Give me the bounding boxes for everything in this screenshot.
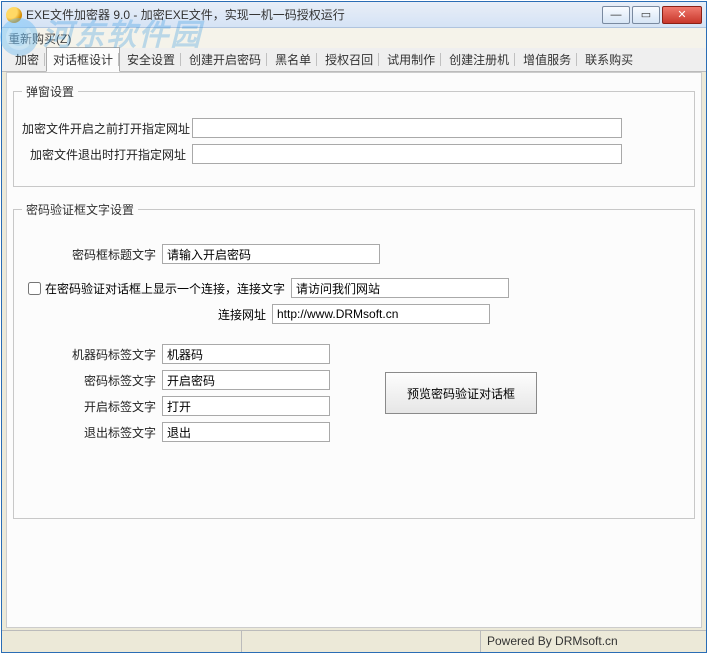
status-bar: Powered By DRMsoft.cn: [2, 630, 706, 652]
window-title: EXE文件加密器 9.0 - 加密EXE文件，实现一机一码授权运行: [26, 6, 602, 23]
link-url-label: 连接网址: [28, 306, 272, 323]
pw-title-input[interactable]: [162, 244, 380, 264]
machine-label: 机器码标签文字: [47, 346, 162, 363]
exit-input[interactable]: [162, 422, 330, 442]
status-text: Powered By DRMsoft.cn: [481, 631, 706, 652]
tab-security[interactable]: 安全设置: [120, 47, 182, 71]
open-label: 开启标签文字: [47, 398, 162, 415]
pw-title-label: 密码框标题文字: [47, 246, 162, 263]
preview-button[interactable]: 预览密码验证对话框: [385, 372, 537, 414]
popup-before-input[interactable]: [192, 118, 622, 138]
pw-label: 密码标签文字: [47, 372, 162, 389]
popup-before-label: 加密文件开启之前打开指定网址: [22, 120, 192, 137]
show-link-label: 在密码验证对话框上显示一个连接，连接文字: [45, 280, 285, 297]
tab-encrypt[interactable]: 加密: [8, 47, 46, 71]
minimize-button[interactable]: —: [602, 6, 630, 24]
tab-blacklist[interactable]: 黑名单: [268, 47, 318, 71]
tab-create-open-pw[interactable]: 创建开启密码: [182, 47, 268, 71]
tab-bar: 加密 对话框设计 安全设置 创建开启密码 黑名单 授权召回 试用制作 创建注册机…: [2, 48, 706, 72]
machine-input[interactable]: [162, 344, 330, 364]
tab-contact-buy[interactable]: 联系购买: [578, 47, 640, 71]
client-area: 弹窗设置 加密文件开启之前打开指定网址 加密文件退出时打开指定网址 密码验证框文…: [6, 72, 702, 628]
tab-trial[interactable]: 试用制作: [380, 47, 442, 71]
popup-settings-group: 弹窗设置 加密文件开启之前打开指定网址 加密文件退出时打开指定网址: [13, 83, 695, 187]
tab-value-add[interactable]: 增值服务: [516, 47, 578, 71]
maximize-button[interactable]: ▭: [632, 6, 660, 24]
tab-create-reg[interactable]: 创建注册机: [442, 47, 516, 71]
tab-recall-auth[interactable]: 授权召回: [318, 47, 380, 71]
popup-exit-input[interactable]: [192, 144, 622, 164]
show-link-checkbox[interactable]: [28, 282, 41, 295]
link-url-input[interactable]: [272, 304, 490, 324]
titlebar: EXE文件加密器 9.0 - 加密EXE文件，实现一机一码授权运行 — ▭ ✕: [2, 2, 706, 28]
password-box-legend: 密码验证框文字设置: [22, 201, 138, 218]
menu-repurchase[interactable]: 重新购买(Z): [8, 30, 71, 47]
exit-label: 退出标签文字: [47, 424, 162, 441]
close-button[interactable]: ✕: [662, 6, 702, 24]
tab-dialog-design[interactable]: 对话框设计: [46, 47, 120, 72]
pw-input[interactable]: [162, 370, 330, 390]
popup-exit-label: 加密文件退出时打开指定网址: [22, 146, 192, 163]
app-icon: [6, 7, 22, 23]
menubar: 重新购买(Z): [2, 28, 706, 48]
open-input[interactable]: [162, 396, 330, 416]
password-box-group: 密码验证框文字设置 密码框标题文字 在密码验证对话框上显示一个连接，连接文字 连…: [13, 201, 695, 519]
link-text-input[interactable]: [291, 278, 509, 298]
popup-legend: 弹窗设置: [22, 83, 78, 100]
